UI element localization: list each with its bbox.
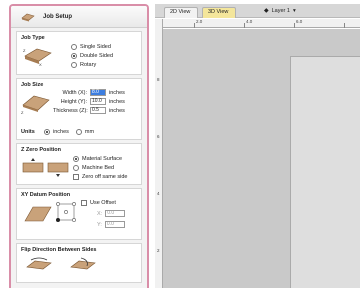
- thickness-row: Thickness (Z): 0.5 inches: [53, 106, 125, 115]
- y-offset-input[interactable]: 0.0: [104, 221, 125, 228]
- job-type-title: Job Type: [21, 35, 45, 41]
- ruler-left-label: 8: [157, 77, 160, 82]
- units-row: Units inches mm: [21, 127, 94, 136]
- zero-off-same-side-checkbox[interactable]: [73, 173, 79, 180]
- svg-text:X: X: [39, 62, 42, 66]
- double-sided-illustration: Z X: [23, 48, 52, 66]
- ruler-tick: [344, 23, 345, 28]
- view-tab-bar: 2D View 3D View ◆ Layer 1 ▾: [155, 4, 360, 18]
- width-row: Width (X): 8.0 inches: [53, 88, 125, 97]
- job-type-double-option[interactable]: Double Sided: [71, 51, 113, 60]
- chevron-down-icon: ▾: [292, 7, 296, 14]
- panel-title: Job Setup: [43, 13, 73, 20]
- layer-label: Layer 1: [271, 7, 290, 14]
- job-type-single-option[interactable]: Single Sided: [71, 42, 113, 51]
- job-size-illustration: Z: [21, 95, 50, 115]
- inches-label: inches: [53, 128, 69, 135]
- layer-icon: ◆: [264, 8, 269, 14]
- datum-grid-selector[interactable]: [55, 201, 77, 223]
- flip-vertical-icon[interactable]: [69, 257, 99, 271]
- horizontal-ruler: 2.0 4.0 6.0: [160, 19, 360, 28]
- flip-direction-section: Flip Direction Between Sides: [16, 243, 142, 283]
- job-setup-panel: Job Setup Job Type Z X Single Sided Doub…: [9, 4, 149, 288]
- use-offset-label: Use Offset: [90, 199, 116, 206]
- job-type-section: Job Type Z X Single Sided Double Sided R…: [16, 31, 142, 75]
- units-label: Units: [21, 128, 35, 135]
- x-offset-label: X:: [97, 210, 103, 217]
- use-offset-checkbox[interactable]: [81, 199, 87, 206]
- height-input[interactable]: 10.0: [90, 98, 106, 105]
- z-zero-section: Z Zero Position Material Surface Machine…: [16, 143, 142, 185]
- ruler-left-label: 6: [157, 134, 160, 139]
- ruler-top-label: 4.0: [246, 19, 253, 24]
- z-zero-title: Z Zero Position: [21, 147, 62, 153]
- use-offset-option[interactable]: Use Offset: [81, 198, 125, 207]
- y-offset-label: Y:: [97, 221, 102, 228]
- single-sided-radio[interactable]: [71, 43, 77, 50]
- material-surface-option[interactable]: Material Surface: [73, 154, 127, 163]
- flip-horizontal-icon[interactable]: [25, 257, 55, 271]
- tab-2d-view[interactable]: 2D View: [164, 7, 198, 18]
- tab-2d-view-label: 2D View: [170, 9, 191, 15]
- panel-header: Job Setup: [11, 6, 147, 28]
- single-sided-label: Single Sided: [80, 43, 111, 50]
- material-surface-radio[interactable]: [73, 155, 79, 162]
- mm-label: mm: [84, 128, 95, 135]
- height-row: Height (Y): 10.0 inches: [53, 97, 125, 106]
- ruler-tick: [244, 23, 245, 28]
- job-setup-icon: [21, 13, 35, 21]
- width-unit: inches: [109, 89, 125, 96]
- width-input[interactable]: 8.0: [90, 89, 106, 96]
- mm-radio[interactable]: [75, 128, 82, 135]
- rotary-label: Rotary: [80, 61, 97, 68]
- rotary-radio[interactable]: [71, 61, 77, 68]
- width-label: Width (X):: [62, 89, 87, 96]
- material-sheet: [290, 56, 360, 288]
- ruler-top-label: 6.0: [296, 19, 303, 24]
- y-offset-row: Y: 0.0: [81, 220, 125, 229]
- tab-3d-view[interactable]: 3D View: [202, 7, 236, 18]
- ruler-left-label: 2: [157, 248, 160, 253]
- thickness-label: Thickness (Z):: [53, 107, 88, 114]
- layer-selector[interactable]: ◆ Layer 1 ▾: [264, 7, 296, 15]
- vertical-ruler: 8 6 4 2: [155, 19, 163, 288]
- zero-off-same-side-option[interactable]: Zero off same side: [73, 172, 127, 181]
- thickness-input[interactable]: 0.5: [90, 107, 106, 114]
- ruler-top-label: 2.0: [196, 19, 203, 24]
- double-sided-label: Double Sided: [80, 52, 114, 59]
- inches-radio[interactable]: [44, 128, 50, 135]
- machine-bed-radio[interactable]: [73, 164, 79, 171]
- material-surface-label: Material Surface: [82, 155, 123, 162]
- zero-off-same-side-label: Zero off same side: [82, 173, 128, 180]
- height-label: Height (Y):: [60, 98, 87, 105]
- z-zero-illustration: [22, 158, 69, 177]
- xy-datum-illustration: [24, 206, 52, 222]
- x-offset-input[interactable]: 0.0: [105, 210, 126, 217]
- double-sided-radio[interactable]: [71, 52, 77, 59]
- xy-datum-section: XY Datum Position Use Offset X: 0.0 Y: 0…: [16, 188, 142, 240]
- ruler-tick: [294, 23, 295, 28]
- job-size-section: Job Size Z Width (X): 8.0 inches Height …: [16, 78, 142, 140]
- ruler-tick: [194, 23, 195, 28]
- thickness-unit: inches: [109, 107, 125, 114]
- height-unit: inches: [109, 98, 125, 105]
- ruler-left-label: 4: [157, 191, 160, 196]
- x-offset-row: X: 0.0: [81, 209, 126, 218]
- svg-text:Z: Z: [21, 110, 24, 115]
- machine-bed-option[interactable]: Machine Bed: [73, 163, 127, 172]
- flip-direction-title: Flip Direction Between Sides: [21, 247, 97, 253]
- svg-text:Z: Z: [23, 48, 26, 53]
- job-type-rotary-option[interactable]: Rotary: [71, 60, 113, 69]
- machine-bed-label: Machine Bed: [82, 164, 115, 171]
- tab-3d-view-label: 3D View: [208, 9, 229, 15]
